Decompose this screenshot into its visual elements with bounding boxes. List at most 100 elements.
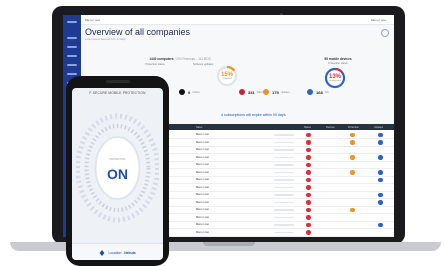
status-indicator-red[interactable] — [306, 132, 311, 137]
computers-breakdown: / 200 Premium - 311 BOS — [174, 57, 211, 61]
status-indicator-blue[interactable] — [378, 200, 383, 205]
status-count: 168 — [316, 89, 323, 95]
sidebar-item[interactable] — [67, 55, 77, 57]
status-indicator-red[interactable] — [306, 207, 311, 212]
column-header[interactable]: Name — [196, 126, 202, 129]
sidebar-item[interactable] — [67, 37, 77, 39]
subscription-expiry-link[interactable]: 4 subscriptions will expire within 90 da… — [221, 113, 286, 117]
placeholder-bar — [274, 216, 294, 219]
company-name[interactable]: Menu / ooo — [196, 133, 209, 136]
placeholder-bar — [274, 134, 294, 136]
topbar-breadcrumb[interactable]: Menu / ooo — [85, 18, 100, 22]
status-indicator-orange[interactable] — [350, 170, 355, 175]
status-indicator-blue[interactable] — [378, 132, 383, 137]
status-indicator-blue[interactable] — [378, 177, 383, 182]
status-dot — [179, 89, 185, 95]
company-name[interactable]: Menu / ooo — [196, 178, 209, 181]
status-count: 0 — [188, 89, 191, 95]
placeholder-bar — [274, 194, 294, 196]
sidebar-item[interactable] — [67, 73, 77, 75]
status-indicator-orange[interactable] — [350, 155, 355, 160]
status-count: 175 — [272, 89, 279, 95]
column-header[interactable]: Protection — [348, 126, 359, 129]
protection-status[interactable]: ON — [99, 166, 136, 182]
placeholder-bar — [274, 141, 294, 144]
status-indicator-blue[interactable] — [378, 170, 383, 175]
company-name[interactable]: Menu / ooo — [196, 148, 209, 151]
company-name[interactable]: Menu / ooo — [196, 141, 209, 144]
status-label: Info — [324, 90, 329, 94]
placeholder-bar — [274, 224, 294, 226]
status-indicator-red[interactable] — [306, 140, 311, 145]
phone-screen: F-SECURE MOBILE PROTECTION PROTECTION ON… — [72, 88, 163, 260]
location-value: Nebula — [124, 250, 136, 255]
company-name[interactable]: Menu / ooo — [196, 156, 209, 159]
status-indicator-red[interactable] — [306, 192, 311, 197]
app-title: F-SECURE MOBILE PROTECTION — [89, 91, 146, 95]
status-indicator-orange[interactable] — [350, 132, 355, 137]
status-indicator-red[interactable] — [306, 185, 311, 190]
company-name[interactable]: Menu / ooo — [196, 171, 209, 174]
computers-protection-label: Protection status — [145, 63, 165, 66]
table-header: Name Status Devices Protection Updates — [162, 124, 394, 130]
placeholder-bar — [274, 186, 294, 189]
status-indicator-red[interactable] — [306, 177, 311, 182]
status-indicator-blue[interactable] — [378, 155, 383, 160]
status-count: 331 — [248, 89, 255, 95]
company-name[interactable]: Menu / ooo — [196, 201, 209, 204]
companies-table: Name Status Devices Protection Updates M… — [162, 124, 394, 237]
app-header: F-SECURE MOBILE PROTECTION — [72, 88, 163, 98]
column-header[interactable]: Status — [304, 126, 311, 129]
status-indicator-orange[interactable] — [350, 207, 355, 212]
sidebar-item[interactable] — [67, 64, 77, 66]
column-header[interactable]: Updates — [374, 126, 383, 129]
topbar: Menu / ooo Menu / ooo — [81, 15, 394, 25]
status-indicator-red[interactable] — [306, 162, 311, 167]
software-updates-donut[interactable]: 15% Outdated — [216, 65, 238, 87]
phone-speaker — [106, 80, 130, 83]
laptop-trackpad-notch — [203, 242, 255, 246]
status-indicator-blue[interactable] — [378, 192, 383, 197]
status-indicator-red[interactable] — [306, 170, 311, 175]
status-dot — [263, 89, 269, 95]
status-dot — [307, 89, 313, 95]
placeholder-bar — [274, 179, 294, 181]
sidebar-item[interactable] — [67, 21, 77, 23]
company-name[interactable]: Menu / ooo — [196, 163, 209, 166]
status-indicator-red[interactable] — [306, 222, 311, 227]
sidebar-item[interactable] — [67, 46, 77, 48]
status-indicator-red[interactable] — [306, 200, 311, 205]
mobile-protection-donut[interactable]: 13% Unprotected — [324, 67, 346, 89]
status-indicator-blue[interactable] — [378, 222, 383, 227]
computers-heading: 1440 computers / 200 Premium - 311 BOS — [135, 57, 225, 61]
status-indicator-orange[interactable] — [350, 140, 355, 145]
status-info[interactable]: 168 Info — [307, 88, 329, 96]
donut-center: 15% Outdated — [216, 65, 238, 87]
company-name[interactable]: Menu / ooo — [196, 223, 209, 226]
company-name[interactable]: Menu / ooo — [196, 216, 209, 219]
mobile-protection-label: Protection status — [328, 62, 348, 65]
status-indicator-red[interactable] — [306, 230, 311, 235]
topbar-user-menu[interactable]: Menu / ooo — [371, 18, 386, 22]
status-indicator-blue[interactable] — [378, 140, 383, 145]
status-indicator-red[interactable] — [306, 147, 311, 152]
placeholder-bar — [274, 231, 294, 234]
status-indicator-red[interactable] — [306, 215, 311, 220]
status-label: Updates — [280, 90, 290, 94]
company-name[interactable]: Menu / ooo — [196, 186, 209, 189]
company-name[interactable]: Menu / ooo — [196, 208, 209, 211]
donut-center: 13% Unprotected — [324, 67, 346, 89]
location-bar[interactable]: Location: Nebula — [72, 243, 163, 260]
status-updates[interactable]: 175 Updates — [263, 88, 290, 96]
placeholder-bar — [274, 164, 294, 166]
help-icon[interactable] — [381, 29, 389, 37]
status-indicator-red[interactable] — [306, 155, 311, 160]
donut-caption: Outdated — [222, 77, 232, 80]
column-header[interactable]: Devices — [326, 126, 335, 129]
status-critical[interactable]: 0 Critical — [179, 88, 200, 96]
company-name[interactable]: Menu / ooo — [196, 193, 209, 196]
page-subtitle: Lorem ipsum data set from 13 days — [85, 38, 126, 41]
table-row[interactable]: Menu / ooo — [162, 229, 394, 237]
placeholder-bar — [274, 209, 294, 211]
company-name[interactable]: Menu / ooo — [196, 231, 209, 234]
